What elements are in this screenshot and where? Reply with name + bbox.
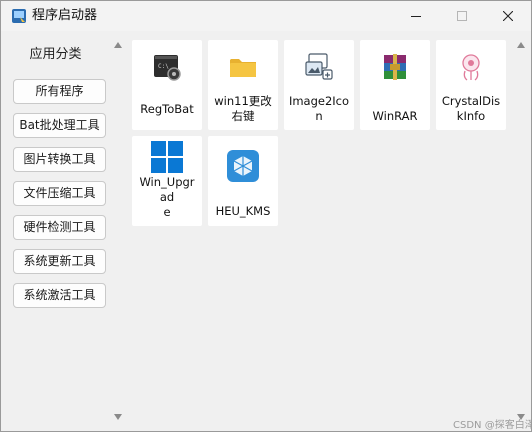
category-activation-tools-button[interactable]: 系统激活工具 bbox=[13, 283, 106, 308]
category-bat-tools-button[interactable]: Bat批处理工具 bbox=[13, 113, 106, 138]
app-label: Win_Upgr bbox=[139, 175, 195, 189]
close-icon bbox=[503, 11, 513, 21]
minimize-icon bbox=[411, 16, 421, 17]
image2icon-icon bbox=[305, 53, 333, 80]
winrar-icon bbox=[384, 54, 406, 80]
category-compression-tools-button[interactable]: 文件压缩工具 bbox=[13, 181, 106, 206]
category-image-tools-button[interactable]: 图片转换工具 bbox=[13, 147, 106, 172]
crystaldiskinfo-icon bbox=[462, 54, 480, 81]
app-label: win11更改 bbox=[214, 94, 272, 108]
app-label: kInfo bbox=[456, 109, 486, 123]
app-tile-win11-context-menu[interactable]: win11更改 右键 bbox=[208, 40, 278, 130]
regtobat-icon: C:\ bbox=[154, 55, 181, 81]
app-window: 程序启动器 应用分类 所有程序 Bat批处理工具 图片转换工具 文件压缩工具 硬… bbox=[0, 0, 532, 432]
category-update-tools-button[interactable]: 系统更新工具 bbox=[13, 249, 106, 274]
watermark: CSDN @探客白泽 bbox=[453, 420, 532, 431]
app-label: 右键 bbox=[231, 109, 255, 123]
app-label: WinRAR bbox=[372, 109, 418, 123]
category-hardware-tools-button[interactable]: 硬件检测工具 bbox=[13, 215, 106, 240]
sidebar-title: 应用分类 bbox=[29, 47, 82, 62]
scroll-up-arrow-icon[interactable] bbox=[517, 42, 525, 48]
app-tile-regtobat[interactable]: C:\ RegToBat bbox=[132, 40, 202, 130]
app-label: HEU_KMS bbox=[215, 204, 271, 218]
app-grid: C:\ RegToBat win11更改 右键 Image2Ico n WinR… bbox=[128, 32, 512, 430]
scroll-up-arrow-icon[interactable] bbox=[114, 42, 122, 48]
app-tile-heu-kms[interactable]: HEU_KMS bbox=[208, 136, 278, 226]
category-all-programs-button[interactable]: 所有程序 bbox=[13, 79, 106, 104]
maximize-button[interactable] bbox=[439, 1, 485, 31]
grid-scrollbar[interactable] bbox=[512, 32, 531, 430]
app-tile-winrar[interactable]: WinRAR bbox=[360, 40, 430, 130]
close-button[interactable] bbox=[485, 1, 531, 31]
title-bar[interactable]: 程序启动器 bbox=[1, 1, 531, 31]
category-sidebar: 应用分类 所有程序 Bat批处理工具 图片转换工具 文件压缩工具 硬件检测工具 … bbox=[2, 32, 109, 430]
app-tile-win-upgrade[interactable]: Win_Upgr ad e bbox=[132, 136, 202, 226]
app-label: e bbox=[163, 205, 171, 219]
app-label: Image2Ico bbox=[288, 94, 350, 108]
folder-icon bbox=[230, 59, 256, 77]
svg-text:C:\: C:\ bbox=[158, 63, 169, 70]
app-label: n bbox=[315, 109, 323, 123]
app-tile-crystaldiskinfo[interactable]: CrystalDis kInfo bbox=[436, 40, 506, 130]
sidebar-scrollbar[interactable] bbox=[109, 32, 128, 430]
app-label: ad bbox=[159, 190, 175, 204]
scroll-down-arrow-icon[interactable] bbox=[114, 414, 122, 420]
window-title: 程序启动器 bbox=[32, 8, 98, 23]
minimize-button[interactable] bbox=[393, 1, 439, 31]
app-icon bbox=[12, 9, 26, 23]
heu-kms-icon bbox=[227, 150, 259, 182]
windows-logo-icon bbox=[151, 141, 183, 173]
maximize-icon bbox=[457, 11, 467, 21]
app-tile-image2icon[interactable]: Image2Ico n bbox=[284, 40, 354, 130]
app-label: CrystalDis bbox=[441, 94, 501, 108]
app-label: RegToBat bbox=[140, 102, 194, 116]
